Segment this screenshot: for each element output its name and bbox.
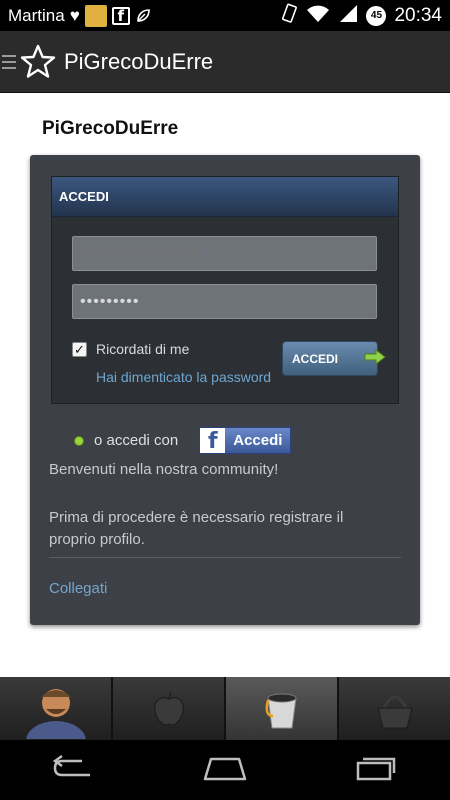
bullet-icon	[74, 435, 84, 446]
accedi-button[interactable]: ACCEDI	[282, 341, 386, 376]
social-login-row: o accedi con f Accedi	[74, 427, 292, 454]
intro-text: Prima di procedere è necessario registra…	[49, 509, 344, 548]
login-header: ACCEDI	[52, 177, 398, 217]
status-bar: Martina ♥ f 45 20:34	[0, 0, 450, 31]
drawer-icon[interactable]	[2, 54, 16, 69]
accedi-button-label: ACCEDI	[292, 351, 339, 366]
arrow-right-icon	[364, 348, 386, 368]
welcome-text: Benvenuti nella nostra community!	[49, 461, 279, 478]
divider	[49, 557, 401, 558]
carrier-label: Martina	[8, 5, 65, 25]
leaf-icon	[135, 8, 151, 24]
remember-me[interactable]: ✓ Ricordati di me	[72, 341, 189, 357]
social-login-label: o accedi con	[94, 432, 179, 449]
collegati-link[interactable]: Collegati	[49, 580, 107, 597]
apple-icon	[153, 691, 184, 725]
back-icon[interactable]	[52, 754, 96, 786]
status-right: 45 20:34	[280, 3, 442, 29]
tab-bar	[0, 677, 450, 740]
facebook-icon: f	[200, 428, 226, 453]
bucket-icon	[265, 693, 297, 728]
avatar-notification-icon	[84, 4, 107, 27]
forgot-password-link[interactable]: Hai dimenticato la password	[96, 369, 271, 385]
app-bar: PiGrecoDuErre	[0, 31, 450, 93]
nav-bar	[0, 740, 450, 800]
login-box: ACCEDI ••••••••• ✓ Ricordati di me Hai d…	[51, 176, 399, 404]
login-panel: ACCEDI ••••••••• ✓ Ricordati di me Hai d…	[30, 155, 420, 625]
recent-apps-icon[interactable]	[354, 755, 398, 786]
vibrate-icon	[280, 3, 298, 29]
tab-basket[interactable]	[339, 677, 450, 740]
clock: 20:34	[394, 4, 442, 26]
heart-icon: ♥	[69, 5, 80, 25]
password-input[interactable]: •••••••••	[72, 284, 377, 319]
facebook-notification-icon: f	[111, 6, 130, 25]
remember-label: Ricordati di me	[96, 341, 190, 357]
facebook-login-label: Accedi	[233, 432, 283, 449]
signal-icon	[338, 3, 358, 29]
status-left: Martina ♥ f	[8, 4, 151, 27]
page-title: PiGrecoDuErre	[42, 118, 179, 139]
remember-checkbox[interactable]: ✓	[72, 341, 87, 357]
wifi-icon	[306, 3, 330, 29]
tab-farmer[interactable]	[0, 677, 113, 740]
home-icon[interactable]	[201, 755, 249, 786]
tab-bucket[interactable]	[226, 677, 339, 740]
username-input[interactable]	[72, 236, 377, 271]
app-title: PiGrecoDuErre	[64, 48, 214, 74]
basket-icon	[376, 695, 413, 728]
tab-apple[interactable]	[113, 677, 226, 740]
farmer-avatar-icon	[25, 688, 86, 739]
facebook-login-button[interactable]: f Accedi	[199, 427, 292, 454]
star-logo-icon[interactable]	[18, 42, 58, 82]
battery-icon: 45	[366, 5, 387, 26]
